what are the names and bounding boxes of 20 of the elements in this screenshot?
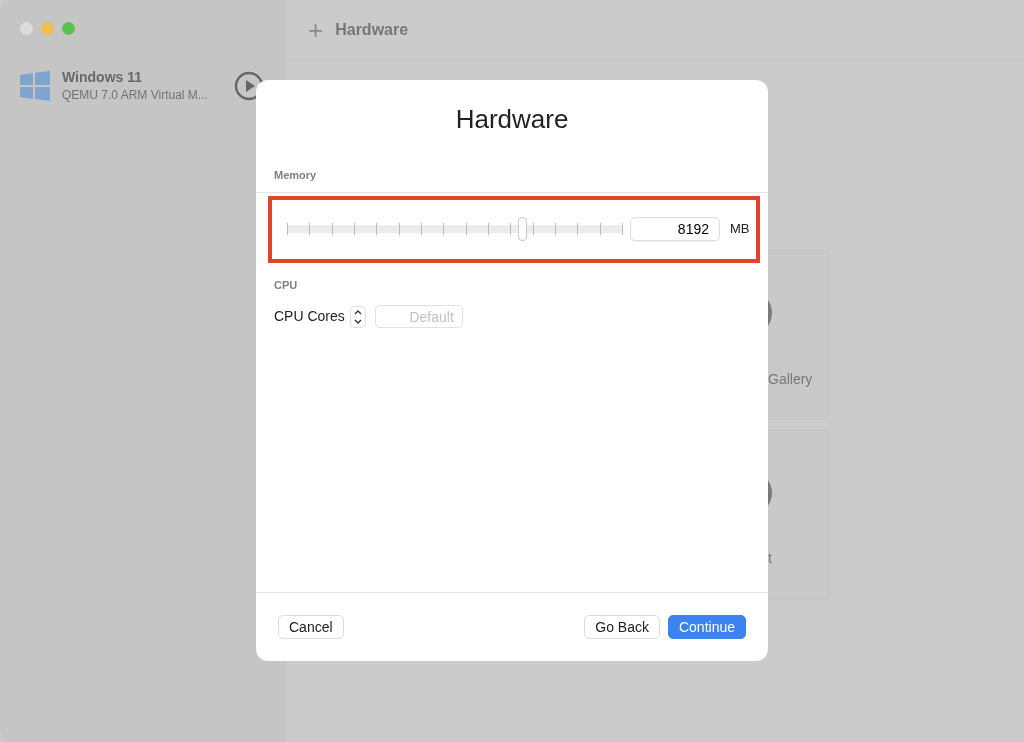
card-label: t: [768, 549, 772, 568]
dialog-button[interactable]: Cancel: [278, 614, 344, 640]
dialog-button[interactable]: Go Back: [584, 614, 660, 640]
vm-description: QEMU 7.0 ARM Virtual M...: [62, 86, 208, 104]
dialog-button[interactable]: Continue: [667, 614, 746, 640]
unit-label: MB: [730, 220, 750, 239]
section-heading: CPU: [273, 277, 299, 293]
windows-logo-icon: [20, 71, 50, 102]
stepper-icon[interactable]: [349, 305, 366, 328]
field-label: CPU Cores: [274, 307, 345, 326]
card-label: Gallery: [768, 370, 813, 389]
toolbar-title: Hardware: [335, 19, 409, 40]
window-control-button[interactable]: [62, 22, 75, 35]
memory-field[interactable]: 8192: [630, 217, 720, 241]
vm-name: Windows 11: [62, 69, 143, 86]
cpu-cores-field[interactable]: Default: [374, 305, 463, 328]
dialog-title: Hardware: [454, 103, 570, 136]
section-heading: Memory: [273, 168, 318, 183]
window-control-button[interactable]: [41, 22, 54, 35]
slider-thumb[interactable]: [518, 217, 528, 241]
